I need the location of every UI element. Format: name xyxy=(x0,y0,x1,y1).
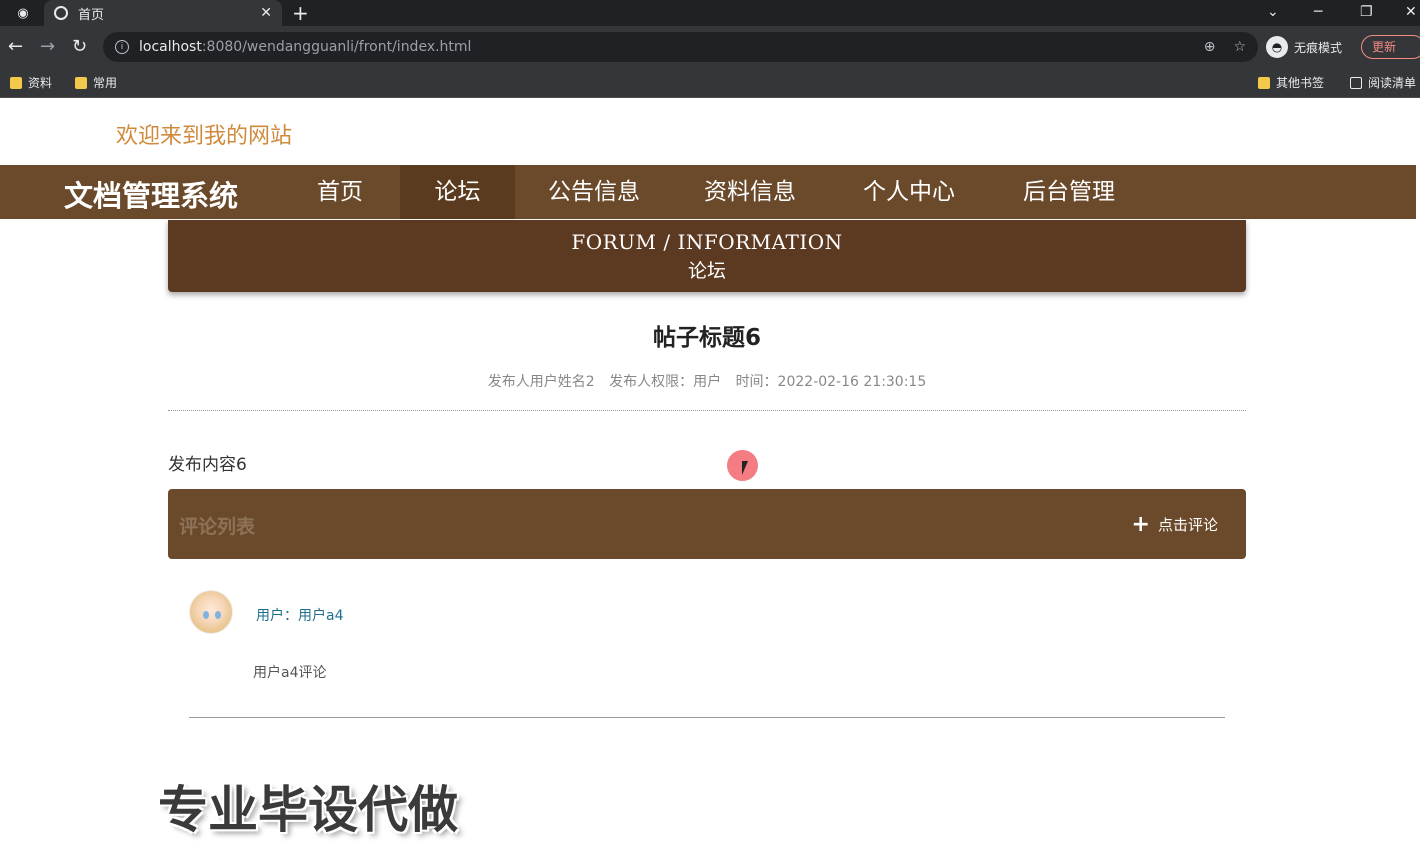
zoom-icon[interactable]: ⊕ xyxy=(1204,39,1216,55)
add-comment-button[interactable]: + 点击评论 xyxy=(1131,511,1218,537)
reload-icon[interactable]: ↻ xyxy=(72,36,87,58)
welcome-text: 欢迎来到我的网站 xyxy=(116,124,293,149)
address-bar[interactable]: i localhost :8080/wendangguanli/front/in… xyxy=(103,32,1258,62)
section-banner: FORUM / INFORMATION 论坛 xyxy=(168,220,1246,292)
incognito-indicator[interactable]: ◓ 无痕模式 xyxy=(1266,36,1342,58)
globe-icon[interactable]: ◉ xyxy=(6,4,40,22)
folder-icon xyxy=(1258,76,1270,89)
new-tab-button[interactable]: + xyxy=(292,2,309,24)
bookmarks-bar: 资料 常用 其他书签 阅读清单 xyxy=(0,68,1420,98)
watermark-text: 专业毕设代做 xyxy=(158,781,458,839)
incognito-label: 无痕模式 xyxy=(1294,40,1343,55)
nav-item-materials[interactable]: 资料信息 xyxy=(686,165,814,219)
update-button[interactable]: 更新 xyxy=(1361,35,1420,59)
close-window-icon[interactable]: ✕ xyxy=(1405,2,1417,22)
chevron-down-icon[interactable]: ⌄ xyxy=(1267,2,1279,22)
bookmark-folder-other[interactable]: 其他书签 xyxy=(1258,74,1324,91)
add-comment-label: 点击评论 xyxy=(1157,516,1218,534)
star-icon[interactable]: ☆ xyxy=(1233,39,1246,55)
comment-user: 用户：用户a4 xyxy=(256,608,344,624)
tab-title: 首页 xyxy=(78,7,105,23)
browser-tab[interactable]: 首页 ✕ xyxy=(44,0,282,26)
nav-item-home[interactable]: 首页 xyxy=(296,165,384,219)
divider xyxy=(168,410,1246,411)
forward-icon[interactable]: → xyxy=(40,36,55,58)
avatar xyxy=(189,590,233,634)
cursor-icon xyxy=(742,461,754,475)
plus-icon: + xyxy=(1131,511,1150,537)
post-content: 发布内容6 xyxy=(168,455,247,475)
back-icon[interactable]: ← xyxy=(8,36,23,58)
browser-toolbar: ← → ↻ i localhost :8080/wendangguanli/fr… xyxy=(0,26,1420,68)
divider xyxy=(189,717,1225,718)
bookmark-label: 常用 xyxy=(93,76,118,90)
post-time: 时间：2022-02-16 21:30:15 xyxy=(735,374,927,390)
nav-item-forum[interactable]: 论坛 xyxy=(400,165,515,219)
info-icon[interactable]: i xyxy=(115,40,129,54)
bookmark-folder[interactable]: 资料 xyxy=(10,74,52,91)
restore-icon[interactable]: ❐ xyxy=(1360,2,1373,22)
browser-tabbar: ◉ 首页 ✕ + ⌄ ─ ❐ ✕ xyxy=(0,0,1420,26)
post-role: 发布人权限：用户 xyxy=(609,374,722,390)
close-icon[interactable]: ✕ xyxy=(260,5,272,21)
comment-list-header: 评论列表 + 点击评论 xyxy=(168,489,1246,559)
banner-chinese: 论坛 xyxy=(687,260,726,282)
main-navbar: 文档管理系统 首页 论坛 公告信息 资料信息 个人中心 后台管理 xyxy=(0,165,1416,219)
post-author: 发布人用户姓名2 xyxy=(487,374,595,390)
reading-list[interactable]: 阅读清单 xyxy=(1350,74,1416,91)
minimize-icon[interactable]: ─ xyxy=(1314,2,1322,22)
bookmark-label: 资料 xyxy=(28,76,53,90)
incognito-icon: ◓ xyxy=(1266,36,1288,58)
banner-english: FORUM / INFORMATION xyxy=(571,230,843,254)
url-host: localhost xyxy=(139,39,202,55)
folder-icon xyxy=(75,76,87,89)
nav-item-notices[interactable]: 公告信息 xyxy=(530,165,658,219)
folder-icon xyxy=(10,76,22,89)
page-content: 欢迎来到我的网站 文档管理系统 首页 论坛 公告信息 资料信息 个人中心 后台管… xyxy=(0,98,1416,850)
url-path: :8080/wendangguanli/front/index.html xyxy=(201,39,472,55)
reading-list-icon xyxy=(1350,76,1362,89)
post-meta: 发布人用户姓名2 发布人权限：用户 时间：2022-02-16 21:30:15 xyxy=(168,371,1246,391)
nav-item-profile[interactable]: 个人中心 xyxy=(845,165,973,219)
nav-item-admin[interactable]: 后台管理 xyxy=(1005,165,1133,219)
bookmark-folder[interactable]: 常用 xyxy=(75,74,117,91)
post-title: 帖子标题6 xyxy=(652,325,761,351)
globe-icon xyxy=(54,6,68,20)
comment-text: 用户a4评论 xyxy=(253,665,327,681)
comment-list-title: 评论列表 xyxy=(179,516,256,538)
site-brand[interactable]: 文档管理系统 xyxy=(64,173,238,215)
bookmark-label: 阅读清单 xyxy=(1367,76,1416,90)
bookmark-label: 其他书签 xyxy=(1276,76,1325,90)
